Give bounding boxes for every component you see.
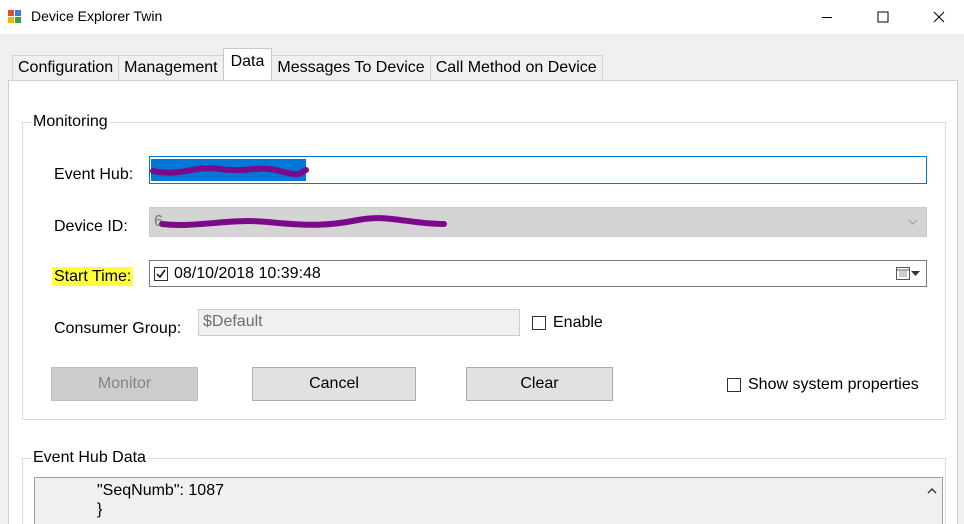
scroll-up-button[interactable] (922, 478, 942, 502)
tab-configuration[interactable]: Configuration (12, 55, 120, 80)
tab-management[interactable]: Management (118, 55, 224, 80)
show-system-properties-checkbox[interactable] (727, 378, 741, 392)
redaction-mark (150, 165, 309, 178)
enable-label: Enable (553, 314, 603, 331)
maximize-button[interactable] (860, 0, 906, 34)
maximize-icon (877, 11, 889, 23)
consumer-group-label: Consumer Group: (54, 320, 182, 337)
device-id-label: Device ID: (54, 218, 128, 235)
cancel-button[interactable]: Cancel (252, 367, 416, 401)
calendar-dropdown-button[interactable] (896, 267, 920, 280)
monitoring-group: Monitoring Event Hub: Device ID: 6 Start… (22, 113, 946, 420)
event-hub-label: Event Hub: (54, 166, 134, 183)
start-time-picker[interactable]: 08/10/2018 10:39:48 (149, 260, 927, 287)
tab-call-method-on-device[interactable]: Call Method on Device (429, 55, 603, 80)
dropdown-arrow-icon (911, 270, 920, 276)
title-bar: Device Explorer Twin (0, 0, 964, 34)
data-tab-page: Monitoring Event Hub: Device ID: 6 Start… (8, 80, 958, 524)
enable-checkbox-row[interactable]: Enable (532, 314, 603, 332)
start-time-value: 08/10/2018 10:39:48 (174, 264, 321, 282)
show-system-properties-label: Show system properties (748, 376, 919, 393)
tab-strip: Configuration Management Data Messages T… (12, 48, 603, 80)
start-time-checkbox[interactable] (154, 266, 168, 281)
calendar-icon (896, 267, 910, 280)
minimize-icon (822, 17, 832, 18)
monitor-button[interactable]: Monitor (51, 367, 198, 401)
chevron-up-icon (927, 487, 937, 493)
checkmark-icon (156, 269, 166, 278)
tab-messages-to-device[interactable]: Messages To Device (271, 55, 431, 80)
show-system-properties-row[interactable]: Show system properties (727, 376, 919, 394)
data-line: } (97, 501, 103, 518)
chevron-down-icon (908, 219, 918, 225)
tab-data[interactable]: Data (222, 48, 273, 80)
window-body: Configuration Management Data Messages T… (0, 34, 964, 524)
start-time-label: Start Time: (52, 267, 134, 286)
redaction-mark (159, 215, 447, 228)
device-id-combo[interactable]: 6 (149, 207, 927, 237)
event-hub-data-group: Event Hub Data "SeqNumb": 1087 } (22, 449, 946, 524)
event-hub-input[interactable] (149, 156, 927, 184)
app-icon (8, 10, 24, 24)
clear-button[interactable]: Clear (466, 367, 613, 401)
enable-checkbox[interactable] (532, 316, 546, 330)
event-hub-data-textarea[interactable]: "SeqNumb": 1087 } (34, 477, 943, 524)
event-hub-data-legend: Event Hub Data (31, 449, 148, 467)
close-icon (933, 11, 945, 23)
window-title: Device Explorer Twin (31, 8, 163, 24)
monitoring-legend: Monitoring (31, 113, 110, 131)
data-line: "SeqNumb": 1087 (97, 482, 224, 499)
close-button[interactable] (916, 0, 962, 34)
minimize-button[interactable] (804, 0, 850, 34)
consumer-group-input[interactable]: $Default (198, 309, 520, 336)
